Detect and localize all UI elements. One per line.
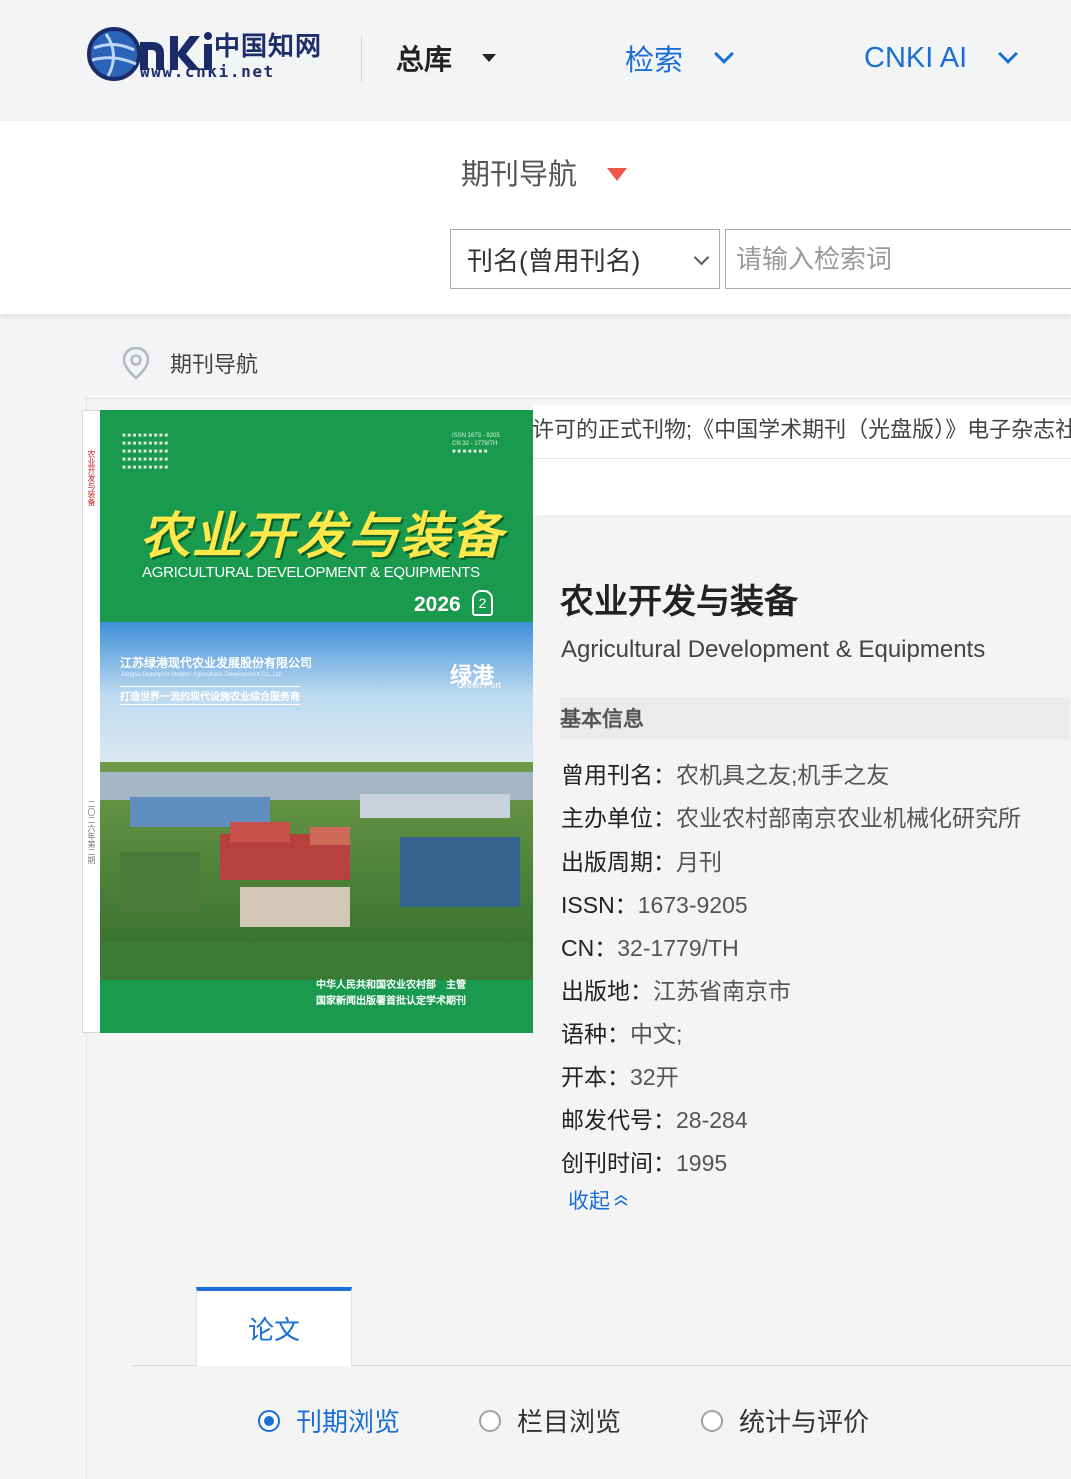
caret-down-icon [482,54,497,62]
radio-column-browse[interactable]: 栏目浏览 [479,1402,621,1439]
info-value: 28-284 [676,1107,748,1133]
header-divider [361,36,362,82]
radio-unselected-icon [701,1409,723,1432]
cover-sponsor-line: 国家新闻出版署首批认定学术期刊 [316,996,466,1007]
radio-selected-icon [258,1409,280,1432]
nav-zongku-label: 总库 [396,44,453,75]
info-label: ISSN： [561,892,638,918]
location-pin-icon [122,346,150,380]
chevron-down-icon [998,44,1019,64]
cover-index-list: ■ ■ ■ ■ ■ ■ ■ ■ ■ ■ ■ ■ ■ ■ ■ ■ ■ ■ ■ ■ ■ … [122,433,168,471]
info-row: 邮发代号：28-284 [561,1101,748,1135]
info-label: CN： [561,935,618,961]
info-value: 1995 [676,1150,728,1176]
radio-issue-browse-label: 刊期浏览 [296,1407,401,1437]
cover-sponsor: 中华人民共和国农业农村部 主管 国家新闻出版署首批认定学术期刊 [316,978,466,1010]
breadcrumb-journal-nav[interactable]: 期刊导航 [170,347,258,379]
cover-title-en: AGRICULTURAL DEVELOPMENT & EQUIPMENTS [142,564,480,581]
cover-brand-en: Green Port [457,680,502,690]
info-value: 32开 [630,1064,679,1090]
search-field-select[interactable]: 刊名(曾用刊名) [450,229,720,289]
divider [532,458,1071,459]
info-row: 语种：中文; [561,1015,682,1049]
caret-down-icon [607,167,628,181]
radio-unselected-icon [479,1409,501,1432]
nav-search-dropdown[interactable]: 检索 [625,38,734,78]
nav-zongku-dropdown[interactable]: 总库 [396,38,497,78]
breadcrumb: 期刊导航 [122,346,258,380]
collapse-label: 收起 [568,1190,610,1213]
logo-url-text: www.cnki.net [140,62,275,81]
top-header: 中国知网 www.cnki.net 总库 检索 CNKI AI [0,0,1071,118]
chevron-down-icon [693,249,710,266]
search-panel: 期刊导航 刊名(曾用刊名) [0,121,1071,314]
info-row: CN：32-1779/TH [561,929,739,963]
info-row: 开本：32开 [561,1058,679,1092]
journal-cover-image[interactable]: ■ ■ ■ ■ ■ ■ ■ ■ ■ ■ ■ ■ ■ ■ ■ ■ ■ ■ ■ ■ ■ … [100,410,533,1033]
collapse-info-link[interactable]: 收起 [568,1185,630,1215]
nav-search-label: 检索 [625,45,684,77]
info-value: 江苏省南京市 [653,978,791,1004]
info-label: 开本： [561,1064,630,1090]
info-value: 1673-9205 [637,892,748,918]
info-row: 曾用刊名：农机具之友;机手之友 [561,756,889,790]
divider [540,516,1071,517]
info-label: 主办单位： [561,805,676,831]
radio-stats-eval[interactable]: 统计与评价 [701,1402,869,1439]
info-label: 邮发代号： [561,1107,676,1133]
double-chevron-up-icon [614,1195,628,1206]
cover-spine-text: 二〇二六年第二期 [87,800,96,864]
search-field-value: 刊名(曾用刊名) [467,245,641,276]
info-value: 32-1779/TH [617,935,739,961]
cover-spine-text: 农业开发与装备 [87,450,96,506]
journal-nav-dropdown[interactable]: 期刊导航 [461,151,628,193]
info-row: 创刊时间：1995 [561,1144,727,1178]
cover-title: 农业开发与装备 [140,506,504,565]
cover-company-cn: 江苏绿港现代农业发展股份有限公司 [120,656,313,670]
radio-column-browse-label: 栏目浏览 [517,1407,622,1437]
tab-papers-label: 论文 [247,1315,300,1345]
radio-stats-eval-label: 统计与评价 [739,1407,870,1437]
journal-notice-marquee: 许可的正式刊物;《中国学术期刊（光盘版）》电子杂志社 [532,417,1071,442]
radio-issue-browse[interactable]: 刊期浏览 [258,1402,400,1439]
info-value: 农机具之友;机手之友 [676,762,890,788]
info-row: 出版地：江苏省南京市 [561,972,791,1006]
info-row: 出版周期：月刊 [561,843,722,877]
search-input[interactable] [725,229,1071,289]
info-value: 农业农村部南京农业机械化研究所 [676,805,1021,831]
info-row: ISSN：1673-9205 [561,886,748,920]
info-label: 曾用刊名： [561,762,676,788]
info-label: 出版周期： [561,849,676,875]
nav-cnki-ai-label: CNKI AI [864,41,968,74]
info-row: 主办单位：农业农村部南京农业机械化研究所 [561,799,1021,833]
chevron-down-icon [714,44,734,64]
cover-year: 2026 [414,593,461,616]
cover-issn-block: ISSN 1673 - 9205 CN 32 - 1779/TH ■ ■ ■ ■ ■… [452,433,500,455]
info-label: 出版地： [561,978,653,1004]
journal-title: 农业开发与装备 [560,583,798,621]
tab-papers[interactable]: 论文 [196,1287,352,1366]
cover-company-en: Jiangsu Greenport Modern Agricultural De… [120,672,283,678]
nav-cnki-ai-dropdown[interactable]: CNKI AI [864,38,1019,78]
cover-slogan: 打造世界一流的现代设施农业综合服务商 [120,686,300,705]
info-value: 月刊 [676,849,722,875]
info-label: 语种： [561,1021,630,1047]
cover-issue: 2 [472,590,493,616]
basic-info-heading: 基本信息 [560,697,1070,739]
cover-sponsor-line: 中华人民共和国农业农村部 主管 [316,980,466,991]
journal-nav-label: 期刊导航 [461,159,578,191]
logo-cn-text: 中国知网 [214,32,323,62]
info-value: 中文; [630,1021,683,1047]
info-label: 创刊时间： [561,1150,676,1176]
journal-title-en: Agricultural Development & Equipments [561,636,986,663]
basic-info-heading-label: 基本信息 [560,708,644,731]
